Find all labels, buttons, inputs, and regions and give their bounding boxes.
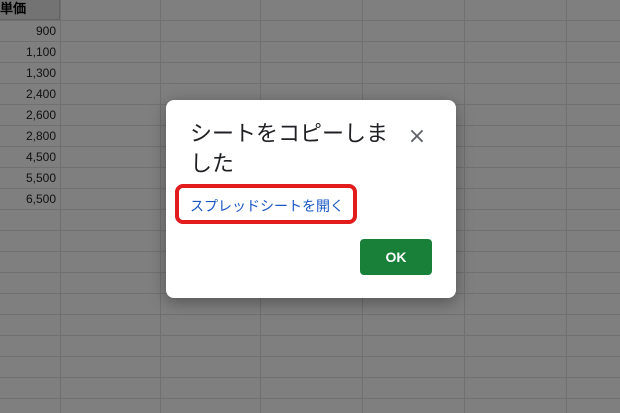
ok-button[interactable]: OK <box>360 239 432 275</box>
copy-complete-dialog: シートをコピーしました × スプレッドシートを開く OK <box>166 100 456 298</box>
screen: 単価 900 1,100 1,300 2,400 2,600 2,800 4,5… <box>0 0 620 413</box>
open-spreadsheet-link[interactable]: スプレッドシートを開く <box>190 196 344 216</box>
close-icon[interactable]: × <box>404 124 430 150</box>
dialog-title: シートをコピーしました <box>190 122 389 177</box>
